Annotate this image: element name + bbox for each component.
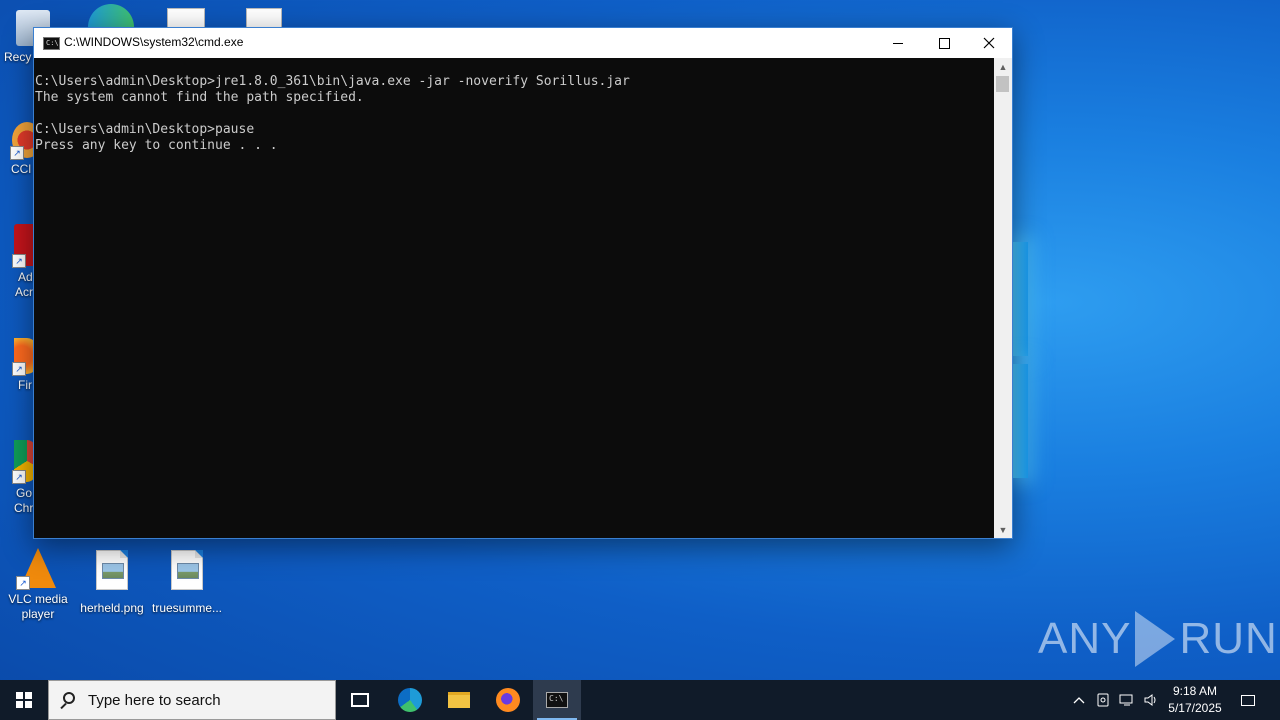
cmd-app-icon: C:\ [43,37,60,50]
windows-logo-icon [16,692,32,708]
anyrun-watermark: ANY RUN [1038,604,1277,674]
clock-time: 9:18 AM [1172,684,1218,698]
start-button[interactable] [0,680,48,720]
speaker-icon [1144,694,1156,706]
chevron-up-icon [1073,697,1085,704]
shortcut-arrow-icon: ↗ [16,576,30,590]
console-line: C:\Users\admin\Desktop>jre1.8.0_361\bin\… [35,74,630,89]
desktop-icon-label: VLC media [8,592,68,606]
windows-wallpaper-logo [1012,242,1032,478]
shortcut-arrow-icon: ↗ [12,362,26,376]
desktop-icon-herheld-png[interactable]: herheld.png [74,550,150,616]
scroll-thumb[interactable] [996,76,1009,92]
window-titlebar[interactable]: C:\ C:\WINDOWS\system32\cmd.exe [34,28,1012,58]
image-file-icon [96,550,128,590]
tray-device-button[interactable] [1092,680,1114,720]
search-icon [63,692,75,704]
minimize-icon [893,42,903,44]
desktop-icon-label: truesumme... [151,601,223,615]
chevron-down-icon: ▼ [998,524,1008,535]
console-output[interactable]: C:\Users\admin\Desktop>jre1.8.0_361\bin\… [34,58,994,538]
show-hidden-icons-button[interactable] [1068,680,1090,720]
maximize-icon [938,37,950,49]
wallpaper-pane [1012,364,1028,478]
clock[interactable]: 9:18 AM 5/17/2025 [1162,683,1228,717]
cmd-icon: C:\ [546,692,568,708]
edge-icon [398,688,422,712]
task-view-button[interactable] [336,680,384,720]
desktop-icon-truesummer[interactable]: truesumme... [149,550,225,616]
desktop-icon-label: herheld.png [80,601,144,615]
task-view-icon [351,693,369,707]
vertical-scrollbar[interactable]: ▲ ▼ [994,58,1012,538]
desktop-icon-label: player [21,607,55,621]
close-icon [983,37,995,49]
image-file-icon [171,550,203,590]
console-line: Press any key to continue . . . [35,138,278,153]
clock-date: 5/17/2025 [1168,701,1222,715]
network-icon [1119,694,1133,706]
network-button[interactable] [1116,680,1138,720]
shortcut-arrow-icon: ↗ [12,470,26,484]
device-icon [1097,693,1109,707]
wallpaper-pane [1012,242,1028,356]
watermark-text-left: ANY [1038,614,1132,663]
cmd-window[interactable]: C:\ C:\WINDOWS\system32\cmd.exe C:\Users… [33,27,1013,539]
search-box[interactable]: Type here to search [48,680,336,720]
play-triangle-icon [1135,611,1176,667]
firefox-icon [496,688,520,712]
shortcut-arrow-icon: ↗ [12,254,26,268]
notification-icon [1241,694,1255,706]
taskbar-file-explorer-button[interactable] [435,680,483,720]
notifications-button[interactable] [1232,680,1264,720]
taskbar: Type here to search C:\ 9:18 AM 5/17/202… [0,680,1280,720]
search-placeholder: Type here to search [88,692,221,709]
taskbar-edge-button[interactable] [386,680,434,720]
scroll-up-button[interactable]: ▲ [994,58,1012,75]
shortcut-arrow-icon: ↗ [10,146,24,160]
desktop-icon-vlc[interactable]: ↗ VLC media player [0,548,76,622]
console-line: C:\Users\admin\Desktop>pause [35,122,255,137]
close-button[interactable] [966,28,1012,58]
watermark-text-right: RUN [1179,614,1278,663]
folder-icon [448,692,470,708]
taskbar-firefox-button[interactable] [484,680,532,720]
maximize-button[interactable] [921,28,967,58]
vlc-cone-icon: ↗ [16,548,56,590]
taskbar-cmd-button[interactable]: C:\ [533,680,581,720]
scroll-down-button[interactable]: ▼ [994,521,1012,538]
volume-button[interactable] [1140,680,1162,720]
minimize-button[interactable] [875,28,921,58]
console-line: The system cannot find the path specifie… [35,90,364,105]
chevron-up-icon: ▲ [998,61,1008,72]
window-title: C:\WINDOWS\system32\cmd.exe [64,35,244,49]
